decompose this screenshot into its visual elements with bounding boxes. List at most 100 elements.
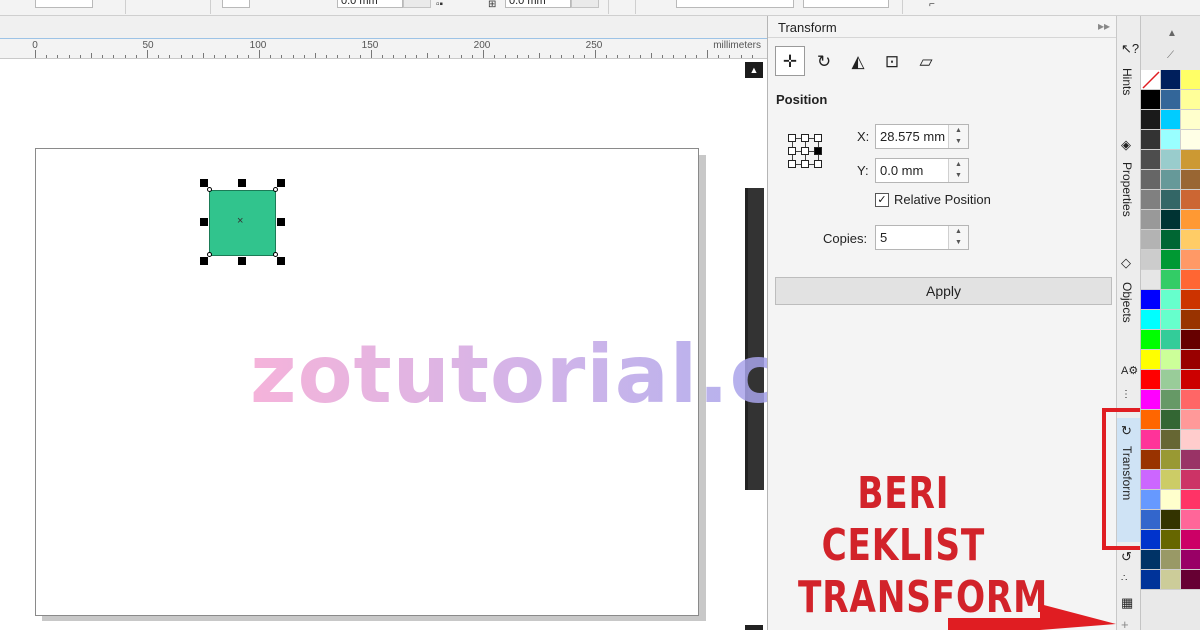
toolbar-small-field[interactable] [222,0,250,8]
color-swatch[interactable] [1161,410,1181,430]
color-swatch[interactable] [1141,110,1161,130]
toolbar-y-field[interactable]: 0.0 mm [505,0,571,8]
anchor-bottom-right[interactable] [814,160,822,168]
copies-spinner-arrows[interactable]: ▲ ▼ [948,226,968,249]
color-swatch[interactable] [1161,70,1181,90]
color-swatch[interactable] [1161,490,1181,510]
anchor-bottom-left[interactable] [788,160,796,168]
docker-collapse-icon[interactable]: ▸▸ [1098,19,1110,33]
rotate-mode-icon[interactable]: ↻ [809,46,839,76]
palette-manager-icon[interactable]: ▦ [1121,596,1133,610]
color-swatch[interactable] [1141,570,1161,590]
tab-properties[interactable]: Properties [1117,158,1141,248]
color-swatch[interactable] [1161,370,1181,390]
scroll-up-button[interactable]: ▲ [745,62,763,78]
color-swatch[interactable] [1181,130,1200,150]
color-swatch[interactable] [1161,110,1181,130]
selection-handle[interactable] [200,257,208,265]
anchor-center[interactable] [801,147,809,155]
color-swatch[interactable] [1161,390,1181,410]
add-docker-icon[interactable]: + [1121,618,1129,630]
toolbar-outline-field[interactable] [676,0,794,8]
shaping-icon[interactable]: ↺ [1121,550,1132,564]
color-swatch[interactable] [1141,250,1161,270]
color-swatch[interactable] [1181,90,1200,110]
color-swatch[interactable] [1161,450,1181,470]
color-swatch[interactable] [1141,430,1161,450]
color-swatch[interactable] [1141,170,1161,190]
apply-button[interactable]: Apply [775,277,1112,305]
copies-input[interactable]: 5 ▲ ▼ [875,225,969,250]
color-swatch[interactable] [1141,350,1161,370]
corner-node[interactable] [273,187,278,192]
y-position-input[interactable]: 0.0 mm ▲ ▼ [875,158,969,183]
color-swatch[interactable] [1161,430,1181,450]
toolbar-x-field[interactable]: 0.0 mm [337,0,403,8]
anchor-bottom-center[interactable] [801,160,809,168]
no-color-swatch[interactable] [1141,70,1161,90]
drawing-canvas[interactable]: ▲ × zotutorial.com [0,59,917,630]
color-swatch[interactable] [1141,530,1161,550]
color-swatch[interactable] [1161,230,1181,250]
color-swatch[interactable] [1141,130,1161,150]
color-swatch[interactable] [1141,310,1161,330]
toolbar-y-spinner[interactable] [571,0,599,8]
color-swatch[interactable] [1141,210,1161,230]
color-swatch[interactable] [1161,270,1181,290]
color-swatch[interactable] [1181,370,1200,390]
color-swatch[interactable] [1181,470,1200,490]
color-swatch[interactable] [1161,210,1181,230]
color-swatch[interactable] [1161,510,1181,530]
color-swatch[interactable] [1141,330,1161,350]
color-swatch[interactable] [1141,290,1161,310]
color-swatch[interactable] [1181,510,1200,530]
color-swatch[interactable] [1161,250,1181,270]
anchor-top-left[interactable] [788,134,796,142]
selection-handle[interactable] [277,179,285,187]
color-swatch[interactable] [1181,570,1200,590]
color-swatch[interactable] [1141,470,1161,490]
corner-node[interactable] [273,252,278,257]
y-spinner-arrows[interactable]: ▲ ▼ [948,159,968,182]
more-tabs-icon[interactable]: ⋮ [1121,388,1131,402]
color-swatch[interactable] [1141,370,1161,390]
color-swatch[interactable] [1161,330,1181,350]
color-swatch[interactable] [1181,430,1200,450]
color-swatch[interactable] [1181,150,1200,170]
tab-hints[interactable]: Hints [1117,64,1141,134]
text-properties-icon[interactable]: A⚙ [1121,364,1138,378]
anchor-point-grid[interactable] [788,134,826,172]
tab-objects[interactable]: Objects [1117,278,1141,348]
selection-handle[interactable] [238,179,246,187]
toolbar-field-left[interactable] [35,0,93,8]
color-swatch[interactable] [1161,470,1181,490]
palette-menu-icon[interactable]: ▲ [1167,28,1177,39]
color-swatch[interactable] [1161,350,1181,370]
color-swatch[interactable] [1181,530,1200,550]
color-swatch[interactable] [1141,490,1161,510]
color-swatch[interactable] [1141,190,1161,210]
anchor-top-center[interactable] [801,134,809,142]
color-swatch[interactable] [1181,70,1200,90]
color-swatch[interactable] [1141,150,1161,170]
color-swatch[interactable] [1161,570,1181,590]
color-swatch[interactable] [1181,310,1200,330]
anchor-middle-left[interactable] [788,147,796,155]
color-swatch[interactable] [1161,310,1181,330]
color-swatch[interactable] [1181,230,1200,250]
color-swatch[interactable] [1141,230,1161,250]
color-swatch[interactable] [1181,190,1200,210]
color-swatch[interactable] [1141,410,1161,430]
toolbar-x-spinner[interactable] [403,0,431,8]
color-swatch[interactable] [1161,550,1181,570]
anchor-middle-right[interactable] [814,147,822,155]
color-swatch[interactable] [1161,290,1181,310]
color-swatch[interactable] [1181,270,1200,290]
color-swatch[interactable] [1141,550,1161,570]
color-swatch[interactable] [1181,110,1200,130]
color-swatch[interactable] [1181,410,1200,430]
path-icon[interactable]: ∴ [1121,572,1127,586]
color-swatch[interactable] [1141,450,1161,470]
color-swatch[interactable] [1161,90,1181,110]
anchor-top-right[interactable] [814,134,822,142]
